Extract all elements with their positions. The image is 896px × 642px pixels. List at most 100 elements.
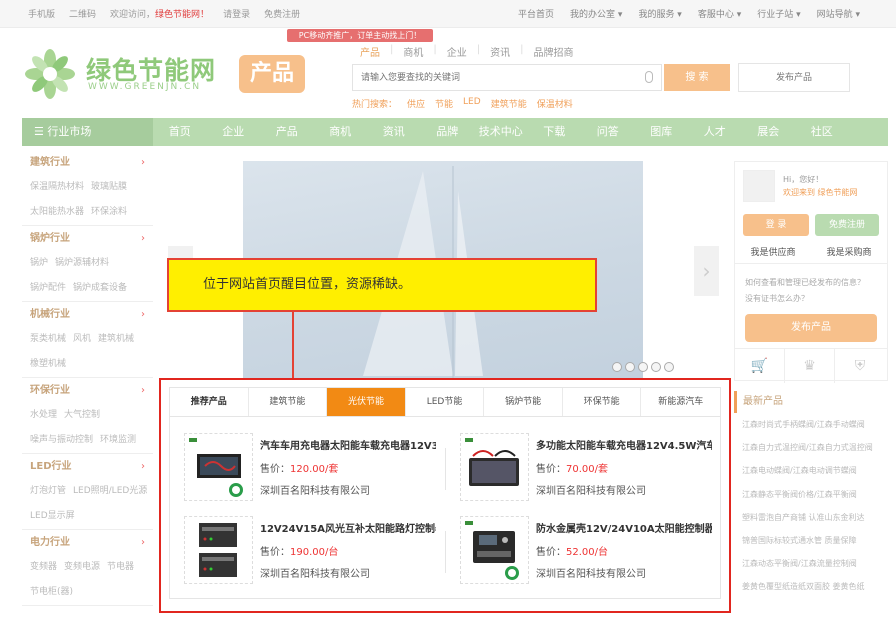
sidebar-link[interactable]: 太阳能热水器: [30, 207, 84, 217]
list-item[interactable]: 江森静态平衡阀价格/江森平衡阀: [742, 483, 888, 506]
tab-boiler[interactable]: 锅炉节能: [484, 388, 563, 416]
top-link-support[interactable]: 客服中心 ▾: [698, 7, 741, 20]
cart-icon[interactable]: 🛒: [735, 349, 785, 383]
sidebar-link[interactable]: 锅炉配件: [30, 283, 66, 293]
nav-item[interactable]: 商机: [314, 118, 368, 146]
top-link-services[interactable]: 我的服务 ▾: [638, 7, 681, 20]
qrcode-link[interactable]: 二维码: [69, 7, 96, 20]
top-link-sitemap[interactable]: 网站导航 ▾: [817, 7, 860, 20]
sidebar-link[interactable]: 节电柜(器): [30, 587, 73, 597]
post-product-button[interactable]: 发布产品: [738, 63, 850, 92]
list-item[interactable]: 江森自力式温控阀/江森自力式温控阀: [742, 436, 888, 459]
sidebar-link[interactable]: 橡塑机械: [30, 359, 66, 369]
tab-building[interactable]: 建筑节能: [249, 388, 328, 416]
product-company[interactable]: 深圳百名阳科技有限公司: [260, 482, 370, 497]
product-thumbnail[interactable]: [184, 433, 253, 501]
sidebar-link[interactable]: 变频器: [30, 562, 57, 572]
sidebar-link[interactable]: LED照明/LED光源: [73, 486, 147, 496]
shield-icon[interactable]: ⛨: [835, 349, 885, 383]
product-title[interactable]: 防水金属壳12V/24V10A太阳能控制器: [536, 520, 712, 535]
nav-item[interactable]: 社区: [795, 118, 849, 146]
sidebar-group-title[interactable]: LED行业: [30, 461, 72, 472]
nav-item[interactable]: 人才: [688, 118, 742, 146]
mobile-link[interactable]: 手机版: [28, 7, 55, 20]
nav-item[interactable]: 展会: [742, 118, 796, 146]
search-type-product[interactable]: 产品: [360, 44, 380, 59]
banner-dot[interactable]: [664, 362, 674, 372]
list-item[interactable]: 塑料雷泡自产商铺 认准山东金利达: [742, 506, 888, 529]
sidebar-link[interactable]: 变频电源: [64, 562, 100, 572]
banner-dot[interactable]: [651, 362, 661, 372]
sidebar-link[interactable]: 风机: [73, 334, 91, 344]
top-link-office[interactable]: 我的办公室 ▾: [570, 7, 622, 20]
sidebar-group-title[interactable]: 环保行业: [30, 385, 70, 396]
product-card[interactable]: 12V24V15A风光互补太阳能路灯控制器 售价：190.00/台 深圳百名阳科…: [184, 516, 444, 588]
sidebar-link[interactable]: 环保涂料: [91, 207, 127, 217]
login-link[interactable]: 请登录: [223, 7, 250, 20]
site-name-link[interactable]: 绿色节能网！: [155, 10, 209, 20]
tab-supplier[interactable]: 我是供应商: [735, 242, 811, 263]
sidebar-group-title[interactable]: 锅炉行业: [30, 233, 70, 244]
sidebar-link[interactable]: 建筑机械: [98, 334, 134, 344]
nav-item[interactable]: 技术中心: [474, 118, 528, 146]
sidebar-group-title[interactable]: 机械行业: [30, 309, 70, 320]
sidebar-link[interactable]: 玻璃贴膜: [91, 182, 127, 192]
welcome-link[interactable]: 欢迎来到 绿色节能网: [783, 187, 858, 198]
sidebar-link[interactable]: 大气控制: [64, 410, 100, 420]
product-thumbnail[interactable]: [460, 516, 529, 584]
promo-banner[interactable]: PC移动齐推广，订单主动找上门！: [287, 29, 433, 42]
tab-photovoltaic[interactable]: 光伏节能: [327, 388, 406, 416]
product-title[interactable]: 12V24V15A风光互补太阳能路灯控制器: [260, 520, 436, 535]
tab-buyer[interactable]: 我是采购商: [811, 242, 887, 263]
sidebar-link[interactable]: 水处理: [30, 410, 57, 420]
sidebar-link[interactable]: LED显示屏: [30, 511, 75, 521]
publish-product-button[interactable]: 发布产品: [745, 314, 877, 342]
sidebar-group-title[interactable]: 电力行业: [30, 537, 70, 548]
product-thumbnail[interactable]: [460, 433, 529, 501]
microphone-icon[interactable]: [645, 71, 653, 83]
nav-item[interactable]: 资讯: [367, 118, 421, 146]
login-button[interactable]: 登 录: [743, 214, 809, 236]
sidebar-link[interactable]: 灯泡灯管: [30, 486, 66, 496]
tab-environmental[interactable]: 环保节能: [563, 388, 642, 416]
list-item[interactable]: 江森动态平衡阀/江森流量控制阀: [742, 552, 888, 575]
help-link[interactable]: 没有证书怎么办？: [745, 293, 809, 304]
product-thumbnail[interactable]: [184, 516, 253, 584]
banner-next-arrow[interactable]: ›: [694, 246, 719, 296]
banner-dot[interactable]: [612, 362, 622, 372]
search-type-news[interactable]: 资讯: [490, 44, 510, 59]
product-card[interactable]: 多功能太阳能车载充电器12V4.5W汽车电瓶充电 售价：70.00/套 深圳百名…: [460, 433, 720, 505]
product-company[interactable]: 深圳百名阳科技有限公司: [260, 565, 370, 580]
sidebar-link[interactable]: 保温隔热材料: [30, 182, 84, 192]
sidebar-link[interactable]: 噪声与振动控制: [30, 435, 93, 445]
sidebar-link[interactable]: 锅炉源辅材料: [55, 258, 109, 268]
register-button[interactable]: 免费注册: [815, 214, 879, 236]
help-link[interactable]: 如何查看和管理已经发布的信息？: [745, 277, 865, 288]
search-type-company[interactable]: 企业: [447, 44, 467, 59]
sidebar-link[interactable]: 泵类机械: [30, 334, 66, 344]
hot-search-item[interactable]: 节能: [435, 97, 453, 110]
search-button[interactable]: 搜 索: [664, 64, 730, 91]
top-link-home[interactable]: 平台首页: [518, 7, 554, 20]
nav-item[interactable]: 企业: [207, 118, 261, 146]
search-type-business[interactable]: 商机: [403, 44, 423, 59]
sidebar-group-title[interactable]: 建筑行业: [30, 157, 70, 168]
register-link[interactable]: 免费注册: [264, 7, 300, 20]
tab-recommended[interactable]: 推荐产品: [170, 388, 249, 416]
banner-dot[interactable]: [638, 362, 648, 372]
product-card[interactable]: 汽车车用充电器太阳能车载充电器12V3A 售价：120.00/套 深圳百名阳科技…: [184, 433, 444, 505]
list-item[interactable]: 锦普国际标较式通水管 质量保障: [742, 529, 888, 552]
hot-search-item[interactable]: LED: [463, 97, 481, 110]
product-company[interactable]: 深圳百名阳科技有限公司: [536, 565, 646, 580]
product-title[interactable]: 汽车车用充电器太阳能车载充电器12V3A: [260, 437, 436, 452]
product-card[interactable]: 防水金属壳12V/24V10A太阳能控制器 售价：52.00/台 深圳百名阳科技…: [460, 516, 720, 588]
industry-market-menu[interactable]: ☰ 行业市场: [22, 118, 153, 146]
hot-search-item[interactable]: 保温材料: [537, 97, 573, 110]
top-link-substations[interactable]: 行业子站 ▾: [757, 7, 800, 20]
tab-led[interactable]: LED节能: [406, 388, 485, 416]
hot-search-item[interactable]: 建筑节能: [491, 97, 527, 110]
hot-search-item[interactable]: 供应: [407, 97, 425, 110]
tab-new-energy-vehicle[interactable]: 新能源汽车: [641, 388, 720, 416]
list-item[interactable]: 姜黄色覆型纸造纸双面胶 姜黄色纸: [742, 575, 888, 598]
nav-item[interactable]: 首页: [153, 118, 207, 146]
